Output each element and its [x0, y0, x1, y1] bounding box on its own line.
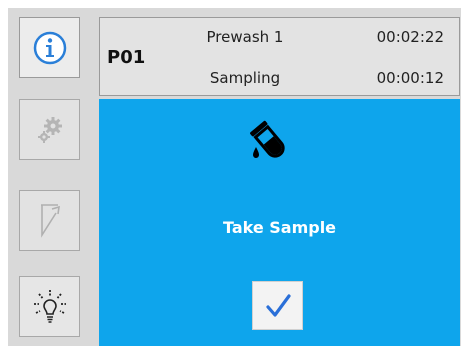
info-icon	[33, 31, 66, 64]
test-tube-icon	[250, 120, 285, 158]
gear-icon	[37, 116, 62, 143]
info-button[interactable]	[19, 17, 80, 78]
take-sample-label: Take Sample	[222, 218, 337, 237]
step-name: Prewash 1	[206, 28, 284, 46]
checkmark-icon	[265, 293, 291, 317]
status-box: P01 Prewash 1 00:02:22 Sampling 00:00:12	[99, 17, 460, 96]
light-button[interactable]	[19, 276, 80, 337]
take-sample-panel: Take Sample	[99, 99, 460, 346]
light-bulb-icon	[33, 289, 66, 323]
program-label: P01	[107, 47, 146, 68]
settings-button[interactable]	[19, 99, 80, 160]
step-name: Sampling	[209, 69, 281, 87]
step-time: 00:00:12	[376, 69, 444, 87]
funnel-icon	[40, 203, 60, 238]
step-time: 00:02:22	[376, 28, 444, 46]
confirm-button[interactable]	[252, 281, 303, 330]
drain-button[interactable]	[19, 190, 80, 251]
